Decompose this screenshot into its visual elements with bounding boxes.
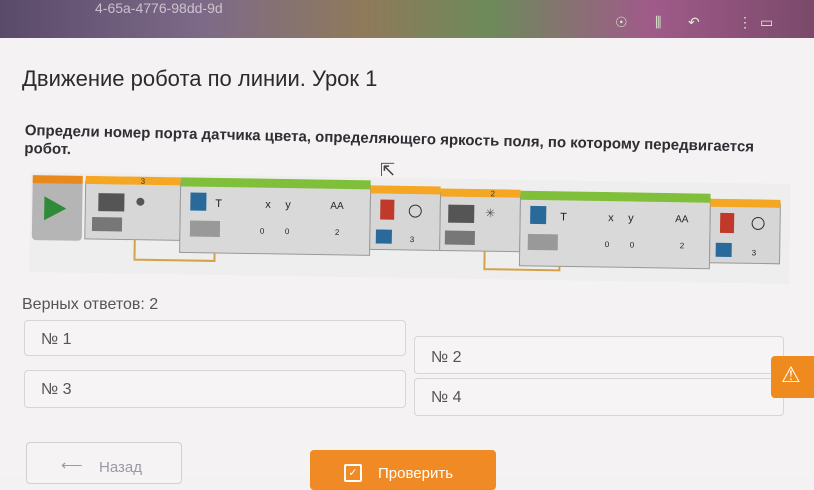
block-label: y <box>285 199 291 211</box>
wait-sensor-block-1: 3 <box>84 175 182 241</box>
back-label: Назад <box>99 459 142 476</box>
option-label: № 3 <box>41 381 72 398</box>
shield-icon[interactable]: ☉ <box>615 14 628 31</box>
browser-header: 4-65a-4776-98dd-9d ☉ ⫼ ↶ ⋮ ▭ <box>0 0 814 38</box>
block-label: T <box>560 211 567 223</box>
library-icon[interactable]: ⫼ <box>655 14 661 31</box>
svg-text:✳: ✳ <box>485 206 495 220</box>
wait-sensor-block-2: 2 ✳ <box>439 188 522 253</box>
back-button[interactable]: ⟵ Назад <box>26 442 182 484</box>
option-1[interactable]: № 1 <box>24 320 406 356</box>
start-block <box>31 175 83 241</box>
warning-icon: ⚠ <box>781 362 801 387</box>
block-label: x <box>608 212 614 224</box>
port-label-2: 2 <box>490 189 495 198</box>
block-value: 2 <box>680 241 685 250</box>
option-label: № 2 <box>431 349 462 366</box>
block-value: 2 <box>335 228 340 237</box>
block-value: 0 <box>260 227 265 236</box>
page-title: Движение робота по линии. Урок 1 <box>22 66 378 91</box>
checkbox-icon: ✓ <box>344 464 362 482</box>
url-text: 4-65a-4776-98dd-9d <box>95 0 223 16</box>
option-label: № 4 <box>431 389 462 406</box>
check-button[interactable]: ✓ Проверить <box>310 450 496 490</box>
reader-icon[interactable]: ▭ <box>760 14 773 31</box>
option-label: № 1 <box>41 331 72 348</box>
option-3[interactable]: № 3 <box>24 370 406 408</box>
block-label: T <box>215 198 222 210</box>
arrow-left-icon: ⟵ <box>61 457 83 474</box>
warning-button[interactable]: ⚠ <box>771 356 814 398</box>
block-value: 3 <box>410 235 415 244</box>
block-value: 3 <box>752 248 757 257</box>
check-label: Проверить <box>378 465 454 482</box>
display-block-1: T x y AA 0 0 2 <box>179 177 372 256</box>
option-2[interactable]: № 2 <box>414 336 784 374</box>
correct-answers-count: Верных ответов: 2 <box>22 296 159 313</box>
port-label-1: 3 <box>141 177 146 186</box>
option-4[interactable]: № 4 <box>414 378 784 416</box>
block-label: AA <box>330 201 344 212</box>
block-label: AA <box>675 214 689 225</box>
task-card: Движение робота по линии. Урок 1 Определ… <box>0 38 814 490</box>
block-value: 0 <box>630 240 635 249</box>
block-value: 0 <box>605 240 610 249</box>
block-value: 0 <box>285 227 290 236</box>
ev3-program: 3 T x y AA 0 0 2 3 2 ✳ T x y AA 0 0 2 3 <box>29 172 791 284</box>
block-label: x <box>265 199 271 211</box>
menu-icon[interactable]: ⋮ <box>738 14 752 31</box>
back-icon[interactable]: ↶ <box>688 14 700 31</box>
timer-block-2: 3 <box>708 198 781 265</box>
display-block-2: T x y AA 0 0 2 <box>518 190 712 270</box>
timer-block-1: 3 <box>369 185 442 251</box>
block-label: y <box>628 212 634 224</box>
